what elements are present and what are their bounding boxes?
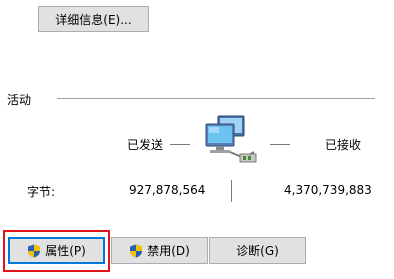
uac-shield-icon [129,244,143,258]
uac-shield-icon [27,244,41,258]
activity-divider [57,98,375,99]
bytes-received-value: 4,370,739,883 [284,183,372,197]
bytes-label: 字节: [27,185,56,199]
details-button-label: 详细信息(E)... [55,12,132,27]
sent-dash [170,144,190,145]
diagnose-button[interactable]: 诊断(G) [209,237,306,264]
bytes-sent-value: 927,878,564 [129,183,206,197]
disable-button-label: 禁用(D) [147,244,190,258]
bytes-separator [231,180,232,202]
activity-section-label: 活动 [7,93,32,107]
network-computers-icon [200,114,262,166]
diagnose-button-label: 诊断(G) [236,244,279,258]
received-label: 已接收 [325,138,362,152]
properties-button-label: 属性(P) [45,244,86,258]
details-button[interactable]: 详细信息(E)... [38,6,149,32]
disable-button[interactable]: 禁用(D) [111,237,208,264]
received-dash [270,144,290,145]
sent-label: 已发送 [127,138,164,152]
properties-button[interactable]: 属性(P) [8,237,105,264]
